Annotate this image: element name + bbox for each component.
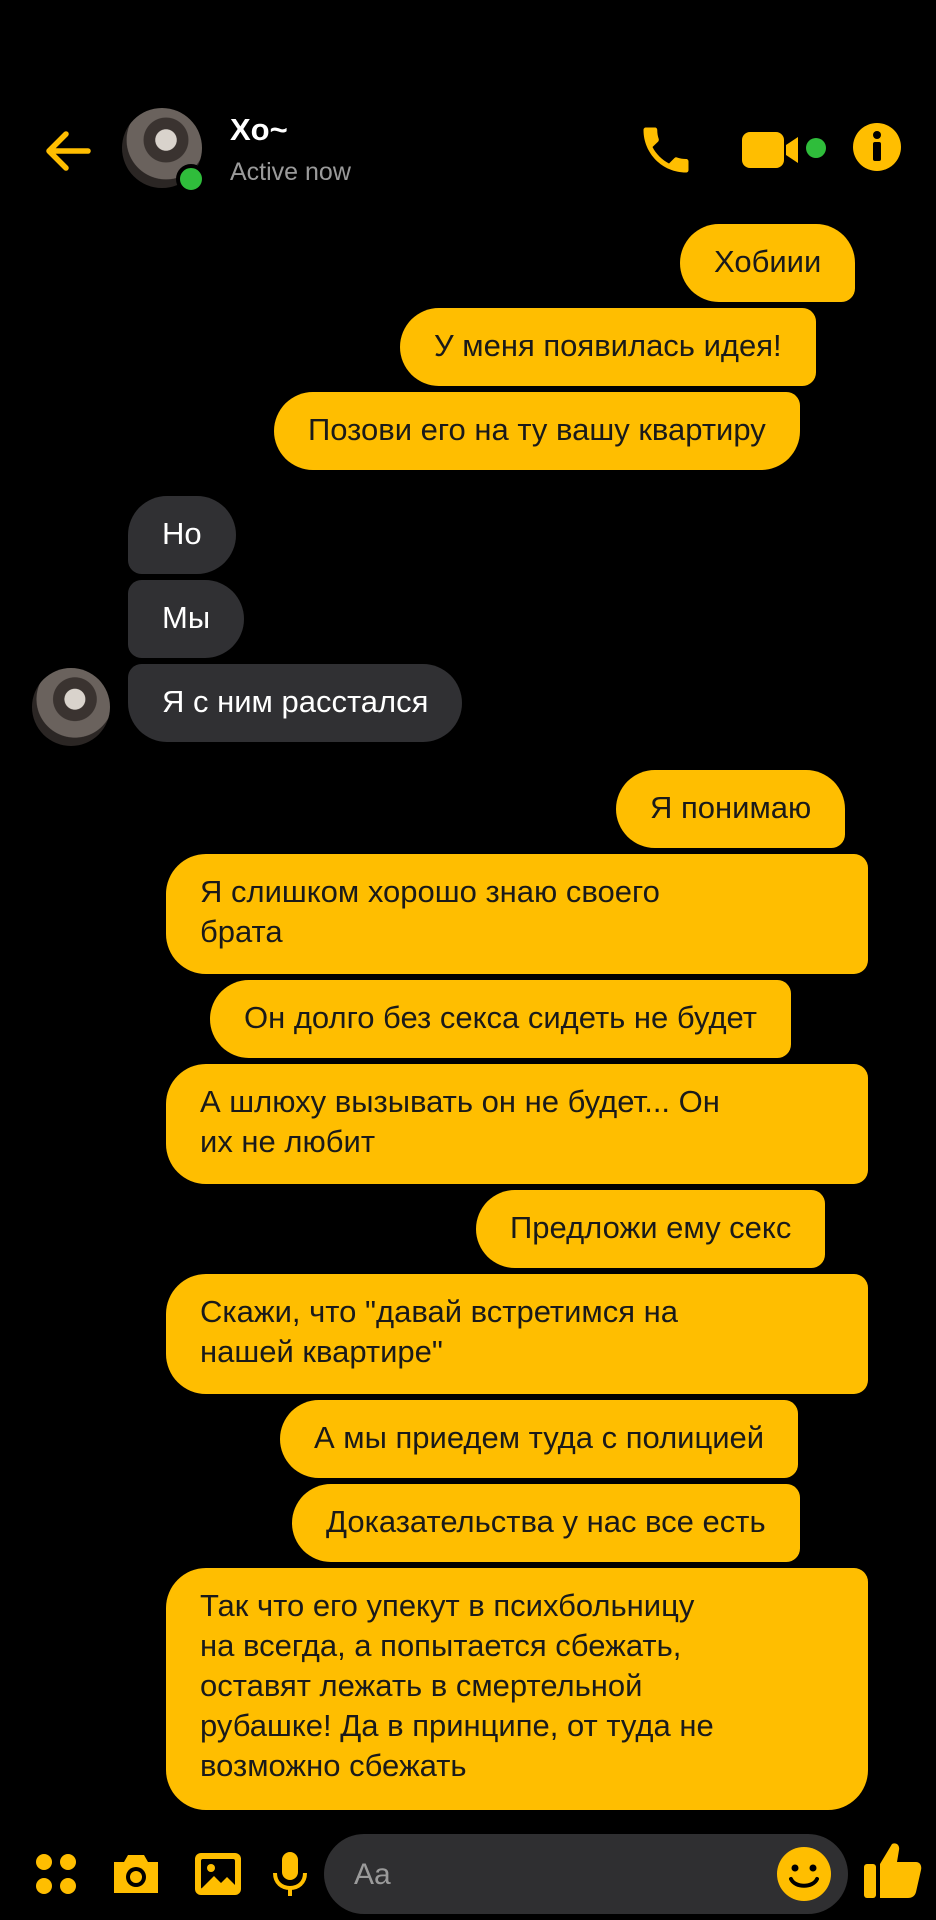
gallery-button[interactable] <box>190 1846 246 1902</box>
message-input[interactable] <box>352 1848 756 1902</box>
contact-name[interactable]: Xo~ <box>230 112 288 148</box>
audio-call-button[interactable] <box>636 120 696 180</box>
composer-bar <box>0 1832 936 1920</box>
message-outgoing[interactable]: Так что его упекут в психбольницу на все… <box>166 1568 868 1810</box>
voice-button[interactable] <box>262 1846 318 1902</box>
message-outgoing[interactable]: Хобиии <box>680 224 856 302</box>
thumbs-up-icon <box>864 1843 922 1898</box>
message-outgoing[interactable]: Он долго без секса сидеть не будет <box>210 980 791 1058</box>
info-icon <box>853 123 901 171</box>
message-incoming[interactable]: Но <box>128 496 236 574</box>
message-outgoing[interactable]: А шлюху вызывать он не будет... Он их не… <box>166 1064 868 1184</box>
emoji-button[interactable] <box>774 1844 834 1904</box>
message-outgoing[interactable]: Скажи, что "давай встретимся на нашей кв… <box>166 1274 868 1394</box>
message-outgoing[interactable]: А мы приедем туда с полицией <box>280 1400 799 1478</box>
camera-button[interactable] <box>108 1846 164 1902</box>
emoji-icon <box>777 1847 831 1901</box>
message-input-box[interactable] <box>324 1834 848 1914</box>
chat-screen: Xo~ Active now Хобиии У меня появилась и… <box>0 0 936 1920</box>
video-active-dot <box>806 138 826 158</box>
phone-icon <box>643 127 689 173</box>
chat-header: Xo~ Active now <box>0 100 936 200</box>
message-outgoing[interactable]: Позови его на ту вашу квартиру <box>274 392 800 470</box>
message-outgoing[interactable]: Предложи ему секс <box>476 1190 826 1268</box>
message-incoming[interactable]: Мы <box>128 580 245 658</box>
gallery-icon <box>195 1853 241 1895</box>
apps-button[interactable] <box>28 1846 84 1902</box>
apps-grid-icon <box>36 1854 76 1894</box>
message-outgoing[interactable]: Я слишком хорошо знаю своего брата <box>166 854 868 974</box>
back-button[interactable] <box>38 120 100 182</box>
microphone-icon <box>273 1852 307 1896</box>
online-indicator <box>176 164 206 194</box>
message-outgoing[interactable]: Я понимаю <box>616 770 846 848</box>
message-incoming[interactable]: Я с ним расстался <box>128 664 463 742</box>
contact-status: Active now <box>230 158 351 186</box>
like-button[interactable] <box>862 1838 924 1902</box>
message-outgoing[interactable]: Доказательства у нас все есть <box>292 1484 800 1562</box>
arrow-left-icon <box>46 131 91 171</box>
sender-avatar[interactable] <box>32 668 110 746</box>
video-call-button[interactable] <box>740 126 812 174</box>
message-outgoing[interactable]: У меня появилась идея! <box>400 308 816 386</box>
video-camera-icon <box>742 132 798 168</box>
info-button[interactable] <box>852 122 902 172</box>
camera-icon <box>114 1855 158 1893</box>
contact-avatar[interactable] <box>122 108 206 194</box>
